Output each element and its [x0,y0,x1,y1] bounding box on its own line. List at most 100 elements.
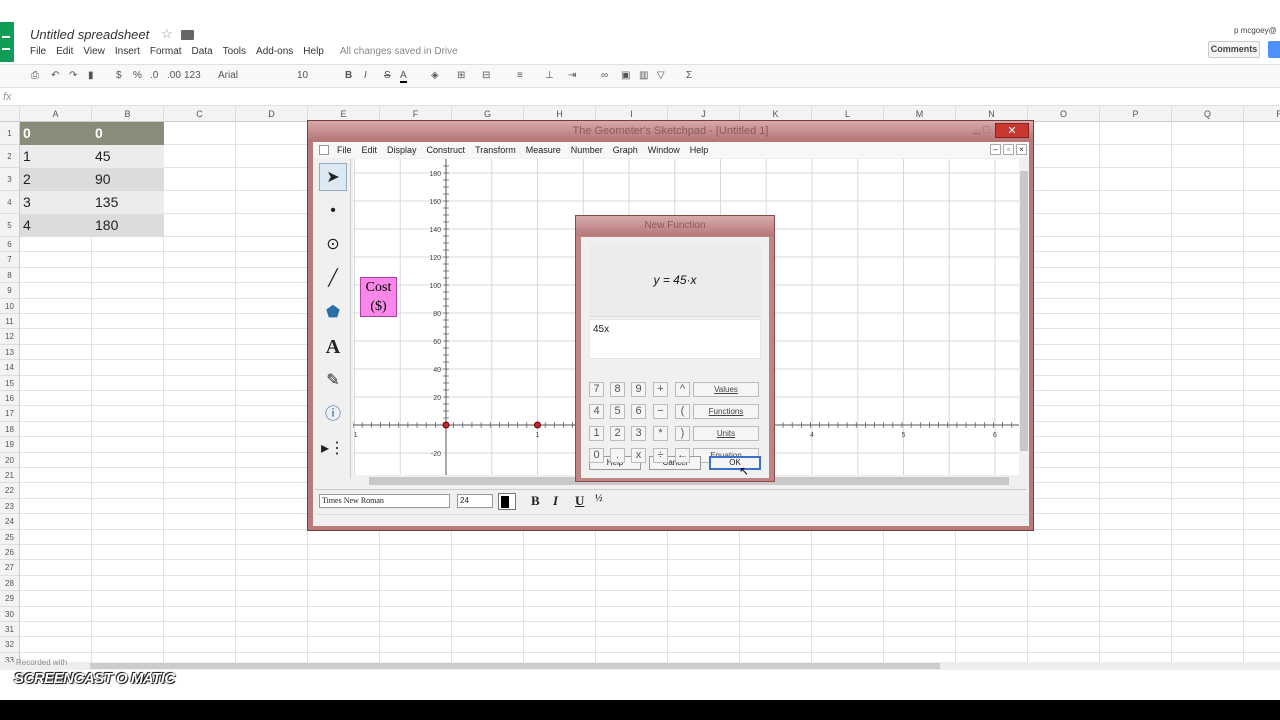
table-cell[interactable]: 2 [20,168,92,191]
gsp-menu-measure[interactable]: Measure [526,145,561,155]
row-header[interactable]: 10 [0,298,20,314]
table-cell[interactable]: 4 [20,214,92,237]
keypad-key[interactable]: x [631,448,646,463]
row-header[interactable]: 8 [0,267,20,284]
polygon-tool-icon[interactable]: ⬟ [319,299,347,327]
bold-button[interactable]: B [345,70,352,81]
row-header[interactable]: 7 [0,252,20,268]
user-email[interactable]: p mcgoey@ [1234,26,1277,35]
keypad-key[interactable]: + [653,382,668,397]
row-header[interactable]: 26 [0,545,20,561]
straightedge-tool-icon[interactable]: ╱ [319,265,347,293]
row-header[interactable]: 3 [0,168,20,191]
table-cell[interactable]: 0 [92,122,164,145]
keypad-key[interactable]: − [653,404,668,419]
table-cell[interactable]: 90 [92,168,164,191]
column-header[interactable]: B [92,106,164,122]
gsp-vscrollbar[interactable] [1019,159,1029,475]
menu-insert[interactable]: Insert [115,46,140,60]
comments-button[interactable]: Comments [1208,41,1260,58]
gsp-window[interactable]: The Geometer's Sketchpad - [Untitled 1] … [307,120,1034,531]
keypad-key[interactable]: ^ [675,382,690,397]
menu-view[interactable]: View [83,46,105,60]
gsp-menu-graph[interactable]: Graph [613,145,638,155]
borders-icon[interactable]: ⊞ [457,70,465,81]
row-header[interactable]: 30 [0,606,20,622]
currency-button[interactable]: $ [116,70,122,81]
keypad-key[interactable]: 3 [631,426,646,441]
row-header[interactable]: 6 [0,237,20,253]
keypad-key[interactable]: ÷ [653,448,668,463]
share-button[interactable] [1268,41,1280,58]
doc-minimize-button[interactable]: – [990,144,1001,155]
fill-color-icon[interactable]: ◈ [431,70,439,81]
gsp-menu-help[interactable]: Help [690,145,709,155]
column-header[interactable]: C [164,106,236,122]
undo-icon[interactable]: ↶ [51,70,59,81]
row-header[interactable]: 29 [0,591,20,607]
percent-button[interactable]: % [133,70,142,81]
row-header[interactable]: 16 [0,391,20,407]
menu-tools[interactable]: Tools [223,46,246,60]
chart-icon[interactable]: ▥ [639,70,648,81]
function-expression-input[interactable]: 45x [589,319,761,359]
keypad-key[interactable]: ) [675,426,690,441]
sheet-hscrollbar[interactable] [0,662,1280,670]
column-header[interactable]: D [236,106,308,122]
gsp-close-button[interactable]: ✕ [995,123,1029,138]
row-header[interactable]: 19 [0,437,20,453]
keypad-key[interactable]: 8 [610,382,625,397]
row-header[interactable]: 27 [0,560,20,576]
redo-icon[interactable]: ↷ [69,70,77,81]
doc-title[interactable]: Untitled spreadsheet [30,27,149,42]
keypad-key[interactable]: . [610,448,625,463]
text-color-picker[interactable] [498,493,516,510]
table-cell[interactable]: 180 [92,214,164,237]
row-header[interactable]: 31 [0,622,20,638]
row-header[interactable]: 23 [0,498,20,515]
keypad-key[interactable]: 6 [631,404,646,419]
row-header[interactable]: 17 [0,406,20,422]
increase-decimal-button[interactable]: .00 [167,70,181,81]
gsp-menu-file[interactable]: File [337,145,352,155]
keypad-key[interactable]: ( [675,404,690,419]
marker-tool-icon[interactable]: ✎ [319,367,347,395]
merge-icon[interactable]: ⊟ [482,70,490,81]
column-header[interactable]: R [1244,106,1280,122]
gsp-menu-edit[interactable]: Edit [362,145,378,155]
row-header[interactable]: 9 [0,283,20,299]
align-icon[interactable]: ≡ [517,70,523,81]
column-header[interactable]: Q [1172,106,1244,122]
row-header[interactable]: 28 [0,575,20,592]
table-cell[interactable]: 3 [20,191,92,214]
row-header[interactable]: 24 [0,514,20,530]
values-button[interactable]: Values [693,382,759,397]
italic-button[interactable]: I [364,70,367,81]
gsp-bold-button[interactable]: B [531,493,540,509]
keypad-key[interactable]: 5 [610,404,625,419]
row-header[interactable]: 22 [0,483,20,499]
point-tool-icon[interactable]: • [319,197,347,225]
row-header[interactable]: 4 [0,191,20,214]
keypad-key[interactable]: 1 [589,426,604,441]
column-header[interactable]: A [20,106,92,122]
functions-button[interactable]: Functions [693,404,759,419]
row-header[interactable]: 15 [0,375,20,391]
row-header[interactable]: 11 [0,314,20,330]
keypad-key[interactable]: ← [675,448,690,463]
table-cell[interactable]: 0 [20,122,92,145]
formula-bar[interactable]: fx [0,89,1280,106]
gsp-font-size-select[interactable]: 24 [457,494,493,508]
arrow-tool-icon[interactable]: ➤ [319,163,347,191]
font-select[interactable]: Arial [218,70,238,81]
doc-close-button[interactable]: × [1016,144,1027,155]
gsp-menu-construct[interactable]: Construct [427,145,466,155]
keypad-key[interactable]: 4 [589,404,604,419]
menu-file[interactable]: File [30,46,46,60]
keypad-key[interactable]: * [653,426,668,441]
menu-addons[interactable]: Add-ons [256,46,293,60]
sheets-logo-icon[interactable] [0,22,14,62]
paint-format-icon[interactable]: ▮ [88,70,94,81]
row-header[interactable]: 2 [0,145,20,168]
information-tool-icon[interactable]: ⓘ [319,401,347,429]
